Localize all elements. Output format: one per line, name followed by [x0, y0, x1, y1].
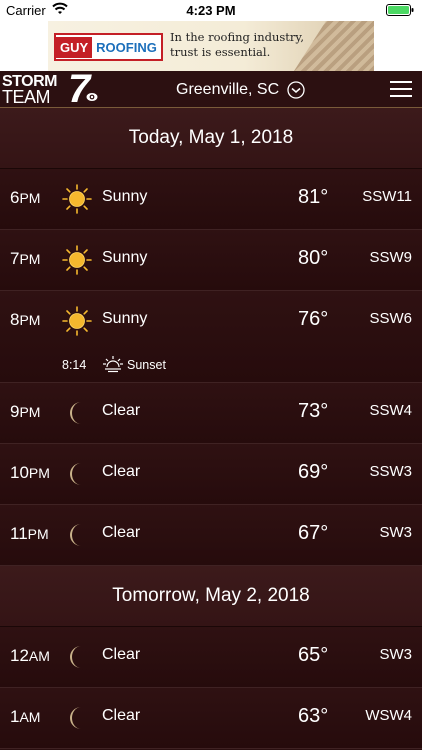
- temperature-label: 80°: [298, 247, 329, 269]
- hour-label: 10PM: [10, 463, 50, 482]
- condition-label: Sunny: [102, 188, 148, 205]
- hourly-row[interactable]: 6PM Sunny 81° SSW11: [0, 169, 422, 230]
- temperature-label: 65°: [298, 644, 329, 666]
- wind-label: SSW6: [369, 310, 412, 327]
- sunset-time: 8:14: [62, 358, 87, 372]
- temperature-label: 69°: [298, 461, 329, 483]
- hourly-row[interactable]: 11PM Clear 67° SW3: [0, 505, 422, 566]
- temperature-label: 73°: [298, 400, 329, 422]
- sunset-label: Sunset: [127, 358, 166, 372]
- logo-team-text: TEAM: [2, 87, 51, 107]
- condition-label: Clear: [102, 646, 141, 663]
- moon-icon: [62, 703, 92, 733]
- chevron-down-icon: [287, 81, 305, 99]
- ad-tagline: In the roofing industry, trust is essent…: [170, 30, 305, 59]
- app-header: STORM TEAM 7 Greenville, SC: [0, 67, 422, 111]
- moon-icon: [62, 459, 92, 489]
- hourly-row[interactable]: 12AM Clear 65° SW3: [0, 627, 422, 688]
- hamburger-menu-icon[interactable]: [390, 81, 412, 97]
- hour-label: 7PM: [10, 249, 41, 268]
- sunset-icon: [103, 356, 123, 373]
- battery-icon: [386, 4, 414, 16]
- hour-label: 6PM: [10, 188, 41, 207]
- condition-label: Clear: [102, 463, 141, 480]
- wind-label: SSW11: [362, 188, 412, 205]
- sun-icon: [62, 184, 92, 214]
- ad-logo: GUY ROOFING: [54, 33, 163, 61]
- hourly-row[interactable]: 1AM Clear 63° WSW4: [0, 688, 422, 749]
- condition-label: Sunny: [102, 249, 148, 266]
- hour-label: 1AM: [10, 707, 41, 726]
- status-bar: Carrier 4:23 PM: [0, 0, 422, 21]
- location-selector[interactable]: Greenville, SC: [176, 79, 305, 101]
- wind-label: SSW4: [369, 402, 412, 419]
- sun-icon: [62, 245, 92, 275]
- wind-label: SW3: [379, 524, 412, 541]
- ad-area: GUY ROOFING In the roofing industry, tru…: [0, 21, 422, 71]
- condition-label: Sunny: [102, 310, 148, 327]
- condition-label: Clear: [102, 402, 141, 419]
- day-header-today: Today, May 1, 2018: [0, 108, 422, 169]
- temperature-label: 67°: [298, 522, 329, 544]
- ad-banner[interactable]: GUY ROOFING In the roofing industry, tru…: [48, 21, 374, 71]
- sun-icon: [62, 306, 92, 336]
- hourly-row[interactable]: 7PM Sunny 80° SSW9: [0, 230, 422, 291]
- logo-seven-text: 7: [68, 67, 91, 111]
- moon-icon: [62, 520, 92, 550]
- hourly-row[interactable]: 9PM Clear 73° SSW4: [0, 383, 422, 444]
- hour-label: 9PM: [10, 402, 41, 421]
- hourly-row[interactable]: 8PM Sunny 76° SSW6 8:14 Sunset: [0, 291, 422, 383]
- hour-label: 8PM: [10, 310, 41, 329]
- cbs-eye-icon: [86, 93, 98, 101]
- condition-label: Clear: [102, 707, 141, 724]
- temperature-label: 81°: [298, 186, 329, 208]
- ad-logo-guy: GUY: [56, 36, 93, 58]
- moon-icon: [62, 398, 92, 428]
- hour-label: 12AM: [10, 646, 50, 665]
- ad-logo-roofing: ROOFING: [96, 39, 157, 55]
- temperature-label: 63°: [298, 705, 329, 727]
- storm-team-7-logo: STORM TEAM 7: [2, 67, 102, 111]
- wind-label: SW3: [379, 646, 412, 663]
- day-header-tomorrow: Tomorrow, May 2, 2018: [0, 566, 422, 627]
- temperature-label: 76°: [298, 308, 329, 330]
- condition-label: Clear: [102, 524, 141, 541]
- status-time: 4:23 PM: [186, 3, 236, 18]
- moon-icon: [62, 642, 92, 672]
- location-label: Greenville, SC: [176, 81, 280, 98]
- hour-label: 11PM: [10, 524, 49, 543]
- hourly-row[interactable]: 10PM Clear 69° SSW3: [0, 444, 422, 505]
- wind-label: SSW9: [369, 249, 412, 266]
- wind-label: SSW3: [369, 463, 412, 480]
- wind-label: WSW4: [365, 707, 412, 724]
